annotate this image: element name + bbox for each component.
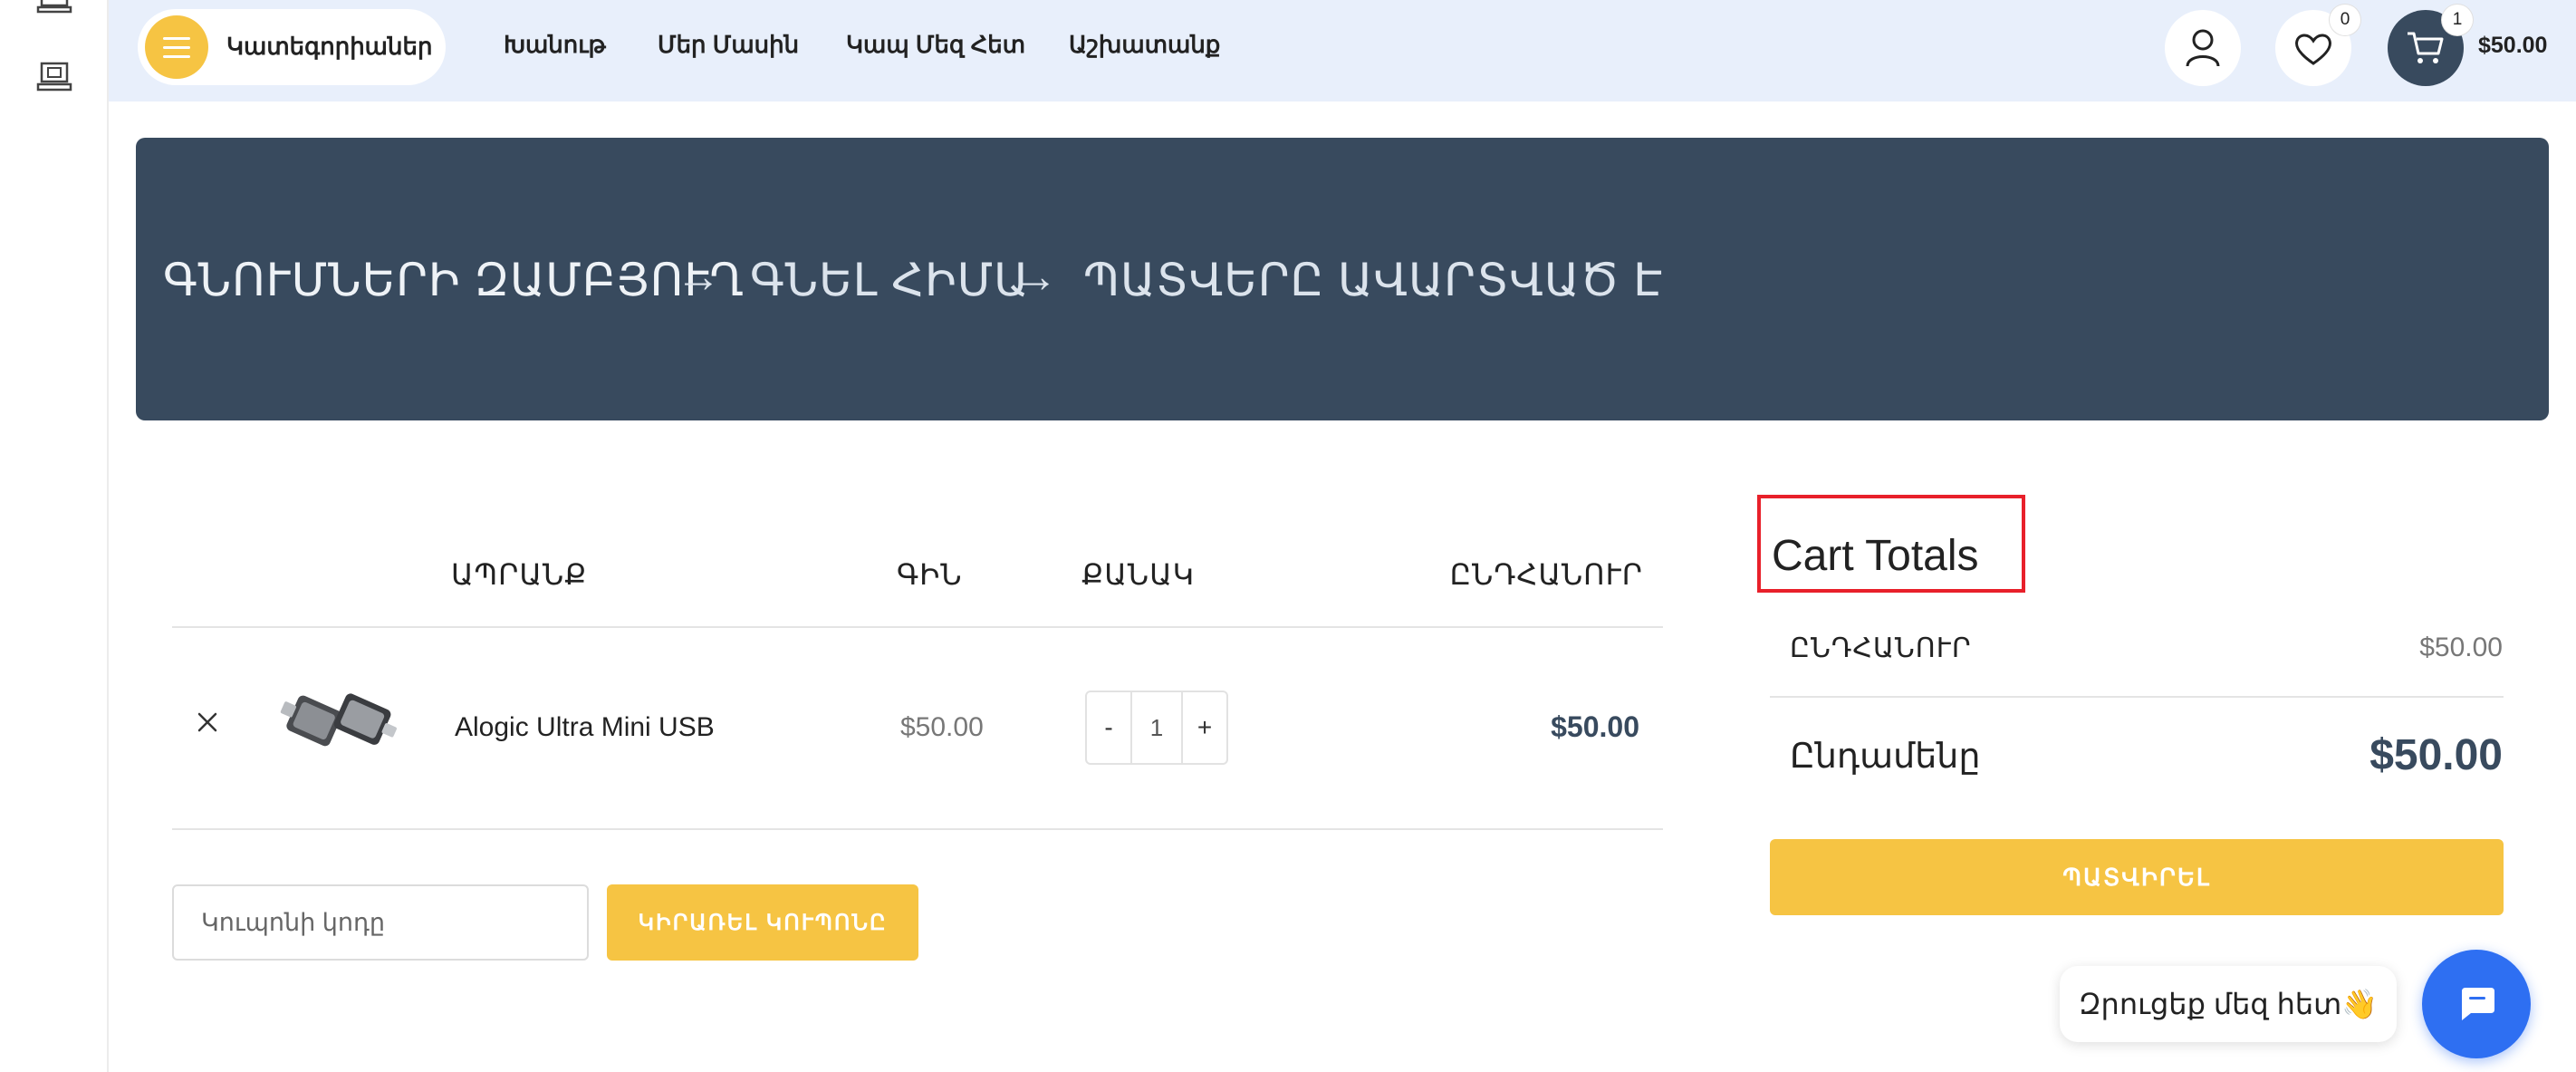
subtotal-value: $50.00	[2419, 633, 2503, 662]
page-banner: ԳՆՈՒՄՆԵՐԻ ԶԱՄԲՅՈՒՂ → ԳՆԵԼ ՀԻՄԱ → ՊԱՏՎԵՐԸ…	[136, 138, 2549, 420]
highlight-box	[1757, 495, 2025, 593]
remove-item-icon[interactable]	[194, 709, 221, 736]
product-name[interactable]: Alogic Ultra Mini USB	[455, 712, 715, 743]
checkout-button[interactable]: ՊԱՏՎԻՐԵԼ	[1770, 839, 2504, 915]
nav-about[interactable]: Մեր Մասին	[658, 31, 799, 59]
chat-icon	[2462, 988, 2494, 1020]
breadcrumb-arrow: →	[1013, 251, 1058, 302]
wishlist-count-badge: 0	[2330, 5, 2360, 35]
computer-icon[interactable]	[36, 62, 72, 94]
coupon-code-input[interactable]	[172, 884, 589, 961]
column-header-product: ԱՊՐԱՆՔ	[451, 558, 588, 591]
categories-label: Կատեգորիաներ	[226, 33, 433, 60]
breadcrumb-arrow: →	[676, 251, 721, 302]
breadcrumb-step-cart[interactable]: ԳՆՈՒՄՆԵՐԻ ԶԱՄԲՅՈՒՂ	[163, 254, 745, 306]
column-header-total: ԸՆԴՀԱՆՈՒՐ	[1449, 558, 1643, 591]
account-button[interactable]	[2165, 10, 2241, 86]
categories-button[interactable]: Կատեգորիաներ	[138, 9, 446, 85]
column-header-quantity: ՔԱՆԱԿ	[1081, 558, 1195, 591]
table-divider	[172, 828, 1663, 830]
cart-button[interactable]: 1	[2388, 5, 2473, 86]
line-total: $50.00	[1551, 710, 1639, 743]
quantity-value[interactable]: 1	[1130, 692, 1183, 763]
quantity-decrease-button[interactable]: -	[1087, 692, 1130, 763]
apply-coupon-button[interactable]: ԿԻՐԱՌԵԼ ԿՈՒՊՈՆԸ	[607, 884, 918, 961]
total-label: Ընդամենը	[1790, 738, 1981, 776]
quantity-increase-button[interactable]: +	[1183, 692, 1226, 763]
chat-launcher-button[interactable]	[2422, 950, 2531, 1058]
chat-greeting-bubble[interactable]: Զրուցեք մեզ հետ👋	[2060, 966, 2397, 1042]
nav-shop[interactable]: Խանութ	[504, 31, 606, 59]
wishlist-button[interactable]: 0	[2275, 5, 2360, 86]
laptop-icon[interactable]	[36, 0, 72, 20]
totals-divider	[1770, 696, 2504, 698]
column-header-price: ԳԻՆ	[897, 558, 963, 591]
menu-icon	[145, 15, 208, 79]
product-image[interactable]	[277, 687, 399, 759]
total-value: $50.00	[2369, 731, 2503, 779]
nav-careers[interactable]: Աշխատանք	[1069, 31, 1220, 59]
cart-amount: $50.00	[2478, 33, 2548, 58]
site-header: Կատեգորիաներ Խանութ Մեր Մասին Կապ Մեզ Հե…	[109, 0, 2576, 101]
subtotal-label: ԸՆԴՀԱՆՈՒՐ	[1790, 633, 1972, 663]
breadcrumb-step-complete[interactable]: ՊԱՏՎԵՐԸ ԱՎԱՐՏՎԱԾ Է	[1083, 254, 1663, 306]
table-divider	[172, 626, 1663, 628]
product-price: $50.00	[900, 712, 984, 742]
nav-contact[interactable]: Կապ Մեզ Հետ	[846, 31, 1025, 59]
breadcrumb-step-checkout[interactable]: ԳՆԵԼ ՀԻՄԱ	[750, 254, 1030, 306]
left-rail	[0, 0, 109, 1072]
heart-icon	[2295, 34, 2331, 65]
cart-icon	[2408, 32, 2444, 63]
cart-count-badge: 1	[2442, 5, 2473, 35]
user-icon	[2186, 29, 2220, 67]
quantity-stepper: - 1 +	[1085, 691, 1228, 765]
